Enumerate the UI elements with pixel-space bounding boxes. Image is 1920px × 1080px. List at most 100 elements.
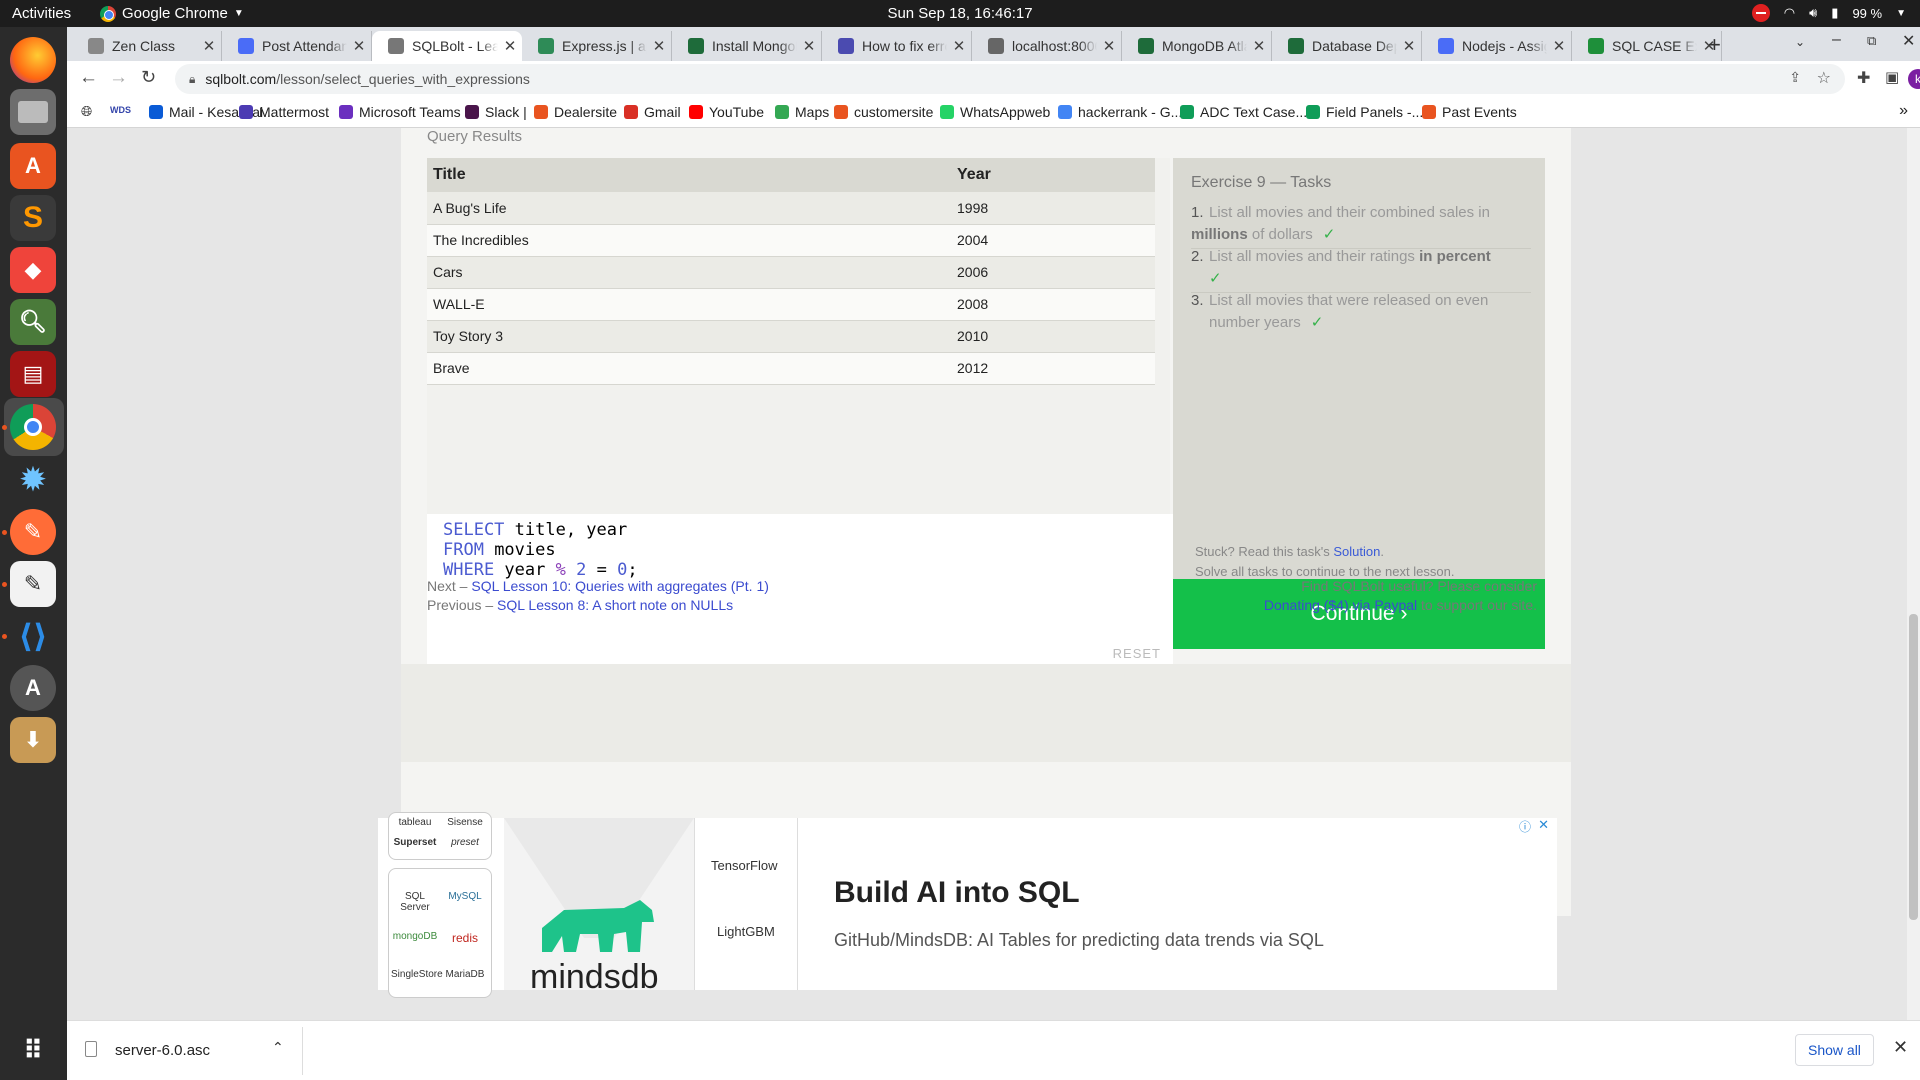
tab-close-icon[interactable]: ✕	[197, 37, 221, 55]
download-options-icon[interactable]: ⌃	[272, 1039, 284, 1056]
software-center-icon[interactable]: A	[10, 143, 56, 189]
tab-close-icon[interactable]: ✕	[1547, 37, 1571, 55]
tab-6[interactable]: How to fix error✕	[822, 31, 972, 61]
code-line-3: WHERE year % 2 = 0;	[443, 560, 638, 580]
donate-prompt: Find SQLBolt useful? Please consider	[1301, 578, 1537, 594]
page-scrollbar[interactable]	[1907, 128, 1920, 1020]
side-panel-icon[interactable]: ▣	[1885, 68, 1899, 86]
tab-close-icon[interactable]: ✕	[347, 37, 371, 55]
firefox-icon[interactable]	[10, 37, 56, 83]
cell-year: 2006	[951, 256, 1155, 289]
bookmark-item[interactable]: YouTube	[689, 104, 764, 120]
adchoices-icon[interactable]: ⓘ	[1519, 818, 1531, 835]
tab-close-icon[interactable]: ✕	[1397, 37, 1421, 55]
tab-11[interactable]: SQL CASE Expression✕	[1572, 31, 1722, 61]
tab-1[interactable]: Zen Class ✕	[72, 31, 222, 61]
profile-avatar[interactable]: k	[1908, 69, 1920, 89]
battery-level: 99 %	[1852, 5, 1883, 21]
superset-logo: Superset	[393, 837, 437, 848]
bookmark-item[interactable]: Slack |	[465, 104, 527, 120]
bookmark-item[interactable]: Past Events	[1422, 104, 1517, 120]
postman-icon[interactable]: ✎	[10, 509, 56, 555]
chrome-dock-icon[interactable]	[10, 404, 56, 450]
bookmark-item[interactable]: customersite	[834, 104, 933, 120]
text-editor-icon[interactable]: ✎	[10, 561, 56, 607]
globe-icon[interactable]: 🌐︎	[81, 103, 92, 120]
donate-link[interactable]: Donating ($4) via Paypal	[1264, 597, 1417, 613]
bookmark-item[interactable]: Field Panels -...	[1306, 104, 1423, 120]
close-ad-icon[interactable]: ✕	[1538, 817, 1549, 833]
document-viewer-icon[interactable]: 🔍︎	[10, 299, 56, 345]
software-updater-icon[interactable]: A	[10, 665, 56, 711]
forward-icon[interactable]: →	[109, 67, 128, 89]
bookmark-item[interactable]: Mattermost	[239, 104, 329, 120]
share-icon[interactable]: ⇪	[1789, 69, 1801, 86]
ad-logo-column: tableau Sisense Superset preset SQL Serv…	[388, 812, 492, 998]
tab-5[interactable]: Install MongoDB✕	[672, 31, 822, 61]
address-bar[interactable]: 🔒︎ sqlbolt.com/lesson/select_queries_wit…	[175, 64, 1845, 94]
download-filename[interactable]: server-6.0.asc	[115, 1042, 210, 1059]
bookmark-favicon	[834, 105, 848, 119]
solution-link[interactable]: Solution	[1333, 544, 1380, 559]
query-results-panel: Title Year A Bug's Life 1998 The Incredibl…	[427, 158, 1532, 542]
tab-2[interactable]: Post Attendance✕	[222, 31, 372, 61]
next-lesson-link[interactable]: SQL Lesson 10: Queries with aggregates (…	[471, 578, 769, 594]
bookmarks-overflow-icon[interactable]: »	[1899, 102, 1908, 120]
bookmark-item[interactable]: hackerrank - G...	[1058, 104, 1182, 120]
tab-favicon	[238, 38, 254, 54]
reload-icon[interactable]: ↻	[141, 67, 156, 88]
running-indicator	[2, 425, 7, 430]
settings-gear-icon[interactable]: ✹	[10, 457, 56, 503]
minimize-icon[interactable]: ‒	[1832, 31, 1841, 49]
tab-7[interactable]: localhost:8000 ✕	[972, 31, 1122, 61]
system-tray[interactable]: ◠ 🔊︎ ▮ 99 % ▼	[1751, 4, 1906, 22]
bookmark-item[interactable]: Maps	[775, 104, 829, 120]
tab-8[interactable]: MongoDB Atlas✕	[1122, 31, 1272, 61]
bookmark-star-icon[interactable]: ☆	[1817, 68, 1831, 88]
tab-close-icon[interactable]: ✕	[797, 37, 821, 55]
tab-close-icon[interactable]: ✕	[1097, 37, 1121, 55]
bookmark-item[interactable]: Dealersite	[534, 104, 617, 120]
tab-close-icon[interactable]: ✕	[1247, 37, 1271, 55]
tab-4[interactable]: Express.js | app✕	[522, 31, 672, 61]
cell-year: 1998	[951, 192, 1155, 225]
back-icon[interactable]: ←	[79, 67, 98, 89]
tab-close-icon[interactable]: ✕	[498, 37, 522, 55]
bookmark-item[interactable]: ADC Text Case...	[1180, 104, 1307, 120]
close-window-icon[interactable]: ✕	[1902, 31, 1915, 51]
prev-prefix: Previous –	[427, 597, 498, 613]
reset-button[interactable]: RESET	[1113, 646, 1161, 661]
tab-close-icon[interactable]: ✕	[647, 37, 671, 55]
vscode-icon[interactable]: ⟨⟩	[10, 613, 56, 659]
extensions-icon[interactable]: ✚	[1857, 68, 1870, 88]
bookmark-item[interactable]: Microsoft Teams	[339, 104, 461, 120]
tab-10[interactable]: Nodejs - Assignment✕	[1422, 31, 1572, 61]
advertisement[interactable]: tableau Sisense Superset preset SQL Serv…	[378, 812, 1557, 998]
anydesk-icon[interactable]: ◆	[10, 247, 56, 293]
close-shelf-icon[interactable]: ✕	[1893, 1037, 1908, 1058]
cell-year: 2008	[951, 288, 1155, 321]
maximize-icon[interactable]: ⧉	[1867, 33, 1876, 49]
ad-subline[interactable]: GitHub/MindsDB: AI Tables for predicting…	[834, 930, 1324, 951]
task-item-2: 2. List all movies and their ratings in p…	[1191, 246, 1531, 290]
tab-search-icon[interactable]: ⌄	[1795, 35, 1805, 49]
previous-lesson-link[interactable]: SQL Lesson 8: A short note on NULLs	[497, 597, 733, 613]
new-tab-button[interactable]: +	[1708, 32, 1721, 58]
tab-3[interactable]: SQLBolt - Learn SQL✕	[372, 31, 522, 61]
tab-9[interactable]: Database Deployments✕	[1272, 31, 1422, 61]
clock[interactable]: Sun Sep 18, 16:46:17	[0, 5, 1920, 22]
ad-headline[interactable]: Build AI into SQL	[834, 876, 1080, 910]
files-icon[interactable]	[10, 89, 56, 135]
tab-title: Express.js | app	[562, 38, 647, 54]
bookmark-item[interactable]: WhatsAppweb	[940, 104, 1050, 120]
tab-close-icon[interactable]: ✕	[947, 37, 971, 55]
show-all-button[interactable]: Show all	[1795, 1034, 1874, 1066]
archive-manager-icon[interactable]: ⬇	[10, 717, 56, 763]
wds-icon[interactable]: WDS	[110, 105, 131, 115]
bookmark-item[interactable]: Gmail	[624, 104, 681, 120]
terminal-app-icon[interactable]: ▤	[10, 351, 56, 397]
scrollbar-thumb[interactable]	[1909, 614, 1918, 920]
show-applications-icon[interactable]: ⠿	[10, 1027, 56, 1073]
sublime-text-icon[interactable]: S	[10, 195, 56, 241]
